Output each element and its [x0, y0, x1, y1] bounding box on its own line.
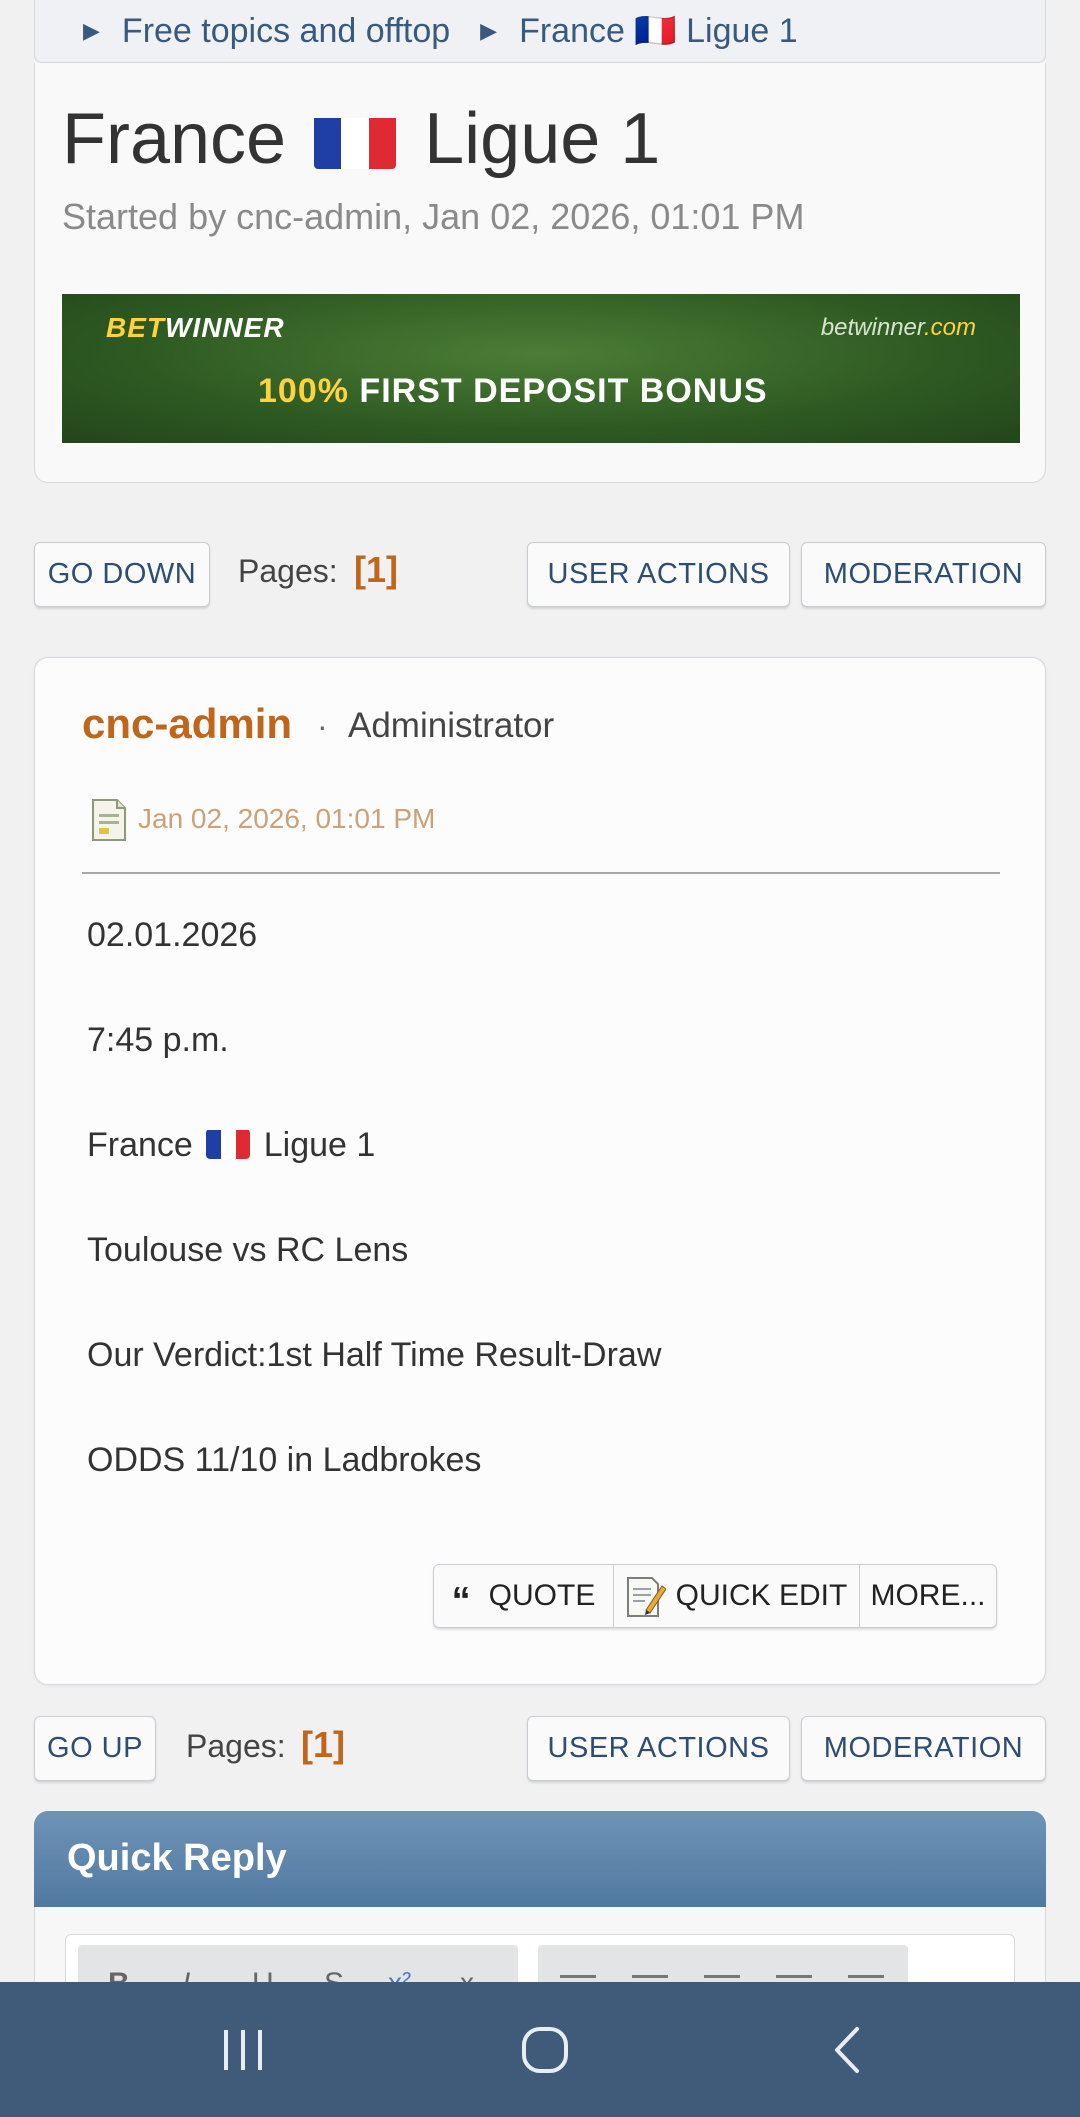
- current-page-link[interactable]: [1]: [354, 549, 398, 591]
- user-actions-button[interactable]: USER ACTIONS: [527, 1716, 790, 1781]
- current-page-link[interactable]: [1]: [301, 1724, 345, 1766]
- back-button[interactable]: [777, 1982, 917, 2117]
- post-line-text: Ligue 1: [263, 1126, 376, 1164]
- post-line: France Ligue 1: [87, 1125, 661, 1230]
- post-divider: [82, 872, 1000, 874]
- breadcrumb: ▶ Free topics and offtop ▶ France 🇫🇷 Lig…: [34, 0, 1046, 63]
- page-title: France Ligue 1: [62, 98, 660, 180]
- back-icon: [835, 2026, 859, 2073]
- recents-icon: [224, 2029, 262, 2070]
- quick-reply-header: Quick Reply: [34, 1811, 1046, 1907]
- post-line: ODDS 11/10 in Ladbrokes: [87, 1441, 482, 1479]
- go-up-button[interactable]: GO UP: [34, 1716, 156, 1781]
- title-text-prefix: France: [62, 99, 287, 179]
- pages-label: Pages:: [186, 1728, 286, 1764]
- quote-button[interactable]: “ QUOTE: [434, 1565, 614, 1627]
- banner-site-url: betwinner.com: [820, 314, 976, 341]
- breadcrumb-arrow-icon: ▶: [83, 18, 100, 43]
- post-actions: “ QUOTE QUICK EDIT MORE...: [433, 1564, 997, 1628]
- more-button[interactable]: MORE...: [860, 1565, 996, 1627]
- france-flag-icon: [206, 1129, 251, 1160]
- france-flag-icon: [314, 111, 397, 169]
- quote-button-label: QUOTE: [488, 1579, 596, 1612]
- post-author-link[interactable]: cnc-admin: [82, 700, 292, 748]
- post-line: 7:45 p.m.: [87, 1021, 229, 1059]
- post-body: 02.01.2026 7:45 p.m. France Ligue 1 Toul…: [87, 915, 661, 1545]
- banner-offer: 100% FIRST DEPOSIT BONUS: [258, 372, 768, 410]
- post: cnc-admin · Administrator Jan 02, 2026, …: [34, 657, 1046, 1685]
- post-line-text: France: [87, 1126, 193, 1164]
- post-line: Toulouse vs RC Lens: [87, 1231, 409, 1269]
- quick-reply-title: Quick Reply: [67, 1837, 287, 1879]
- post-line: Our Verdict:1st Half Time Result-Draw: [87, 1336, 662, 1374]
- topic-started-by: Started by cnc-admin, Jan 02, 2026, 01:0…: [62, 196, 805, 237]
- post-line: 02.01.2026: [87, 916, 258, 954]
- go-down-button[interactable]: GO DOWN: [34, 542, 210, 607]
- betwinner-ad-banner[interactable]: BETWINNER betwinner.com 100% FIRST DEPOS…: [62, 294, 1020, 443]
- moderation-button[interactable]: MODERATION: [801, 542, 1046, 607]
- quick-edit-button-label: QUICK EDIT: [675, 1579, 848, 1612]
- recents-button[interactable]: [173, 1982, 313, 2117]
- system-nav-bar: [0, 1982, 1080, 2117]
- pages-label: Pages:: [238, 553, 338, 589]
- home-icon: [522, 2026, 568, 2073]
- document-icon: [92, 799, 126, 841]
- post-date-link[interactable]: Jan 02, 2026, 01:01 PM: [138, 803, 435, 835]
- title-text-suffix: Ligue 1: [424, 99, 661, 179]
- author-separator: ·: [317, 708, 328, 744]
- quick-edit-button[interactable]: QUICK EDIT: [614, 1565, 860, 1627]
- user-actions-button[interactable]: USER ACTIONS: [527, 542, 790, 607]
- breadcrumb-arrow-icon: ▶: [480, 18, 498, 43]
- topic-header: France Ligue 1 Started by cnc-admin, Jan…: [34, 63, 1046, 483]
- quote-icon: “: [451, 1579, 471, 1622]
- edit-document-icon: [626, 1577, 666, 1617]
- moderation-button[interactable]: MODERATION: [801, 1716, 1046, 1781]
- betwinner-logo: BETWINNER: [106, 312, 285, 343]
- breadcrumb-item-france-ligue-1[interactable]: France 🇫🇷 Ligue 1: [519, 11, 798, 51]
- breadcrumb-item-free-topics[interactable]: Free topics and offtop: [122, 12, 450, 51]
- author-role: Administrator: [348, 706, 555, 745]
- home-button[interactable]: [475, 1982, 615, 2117]
